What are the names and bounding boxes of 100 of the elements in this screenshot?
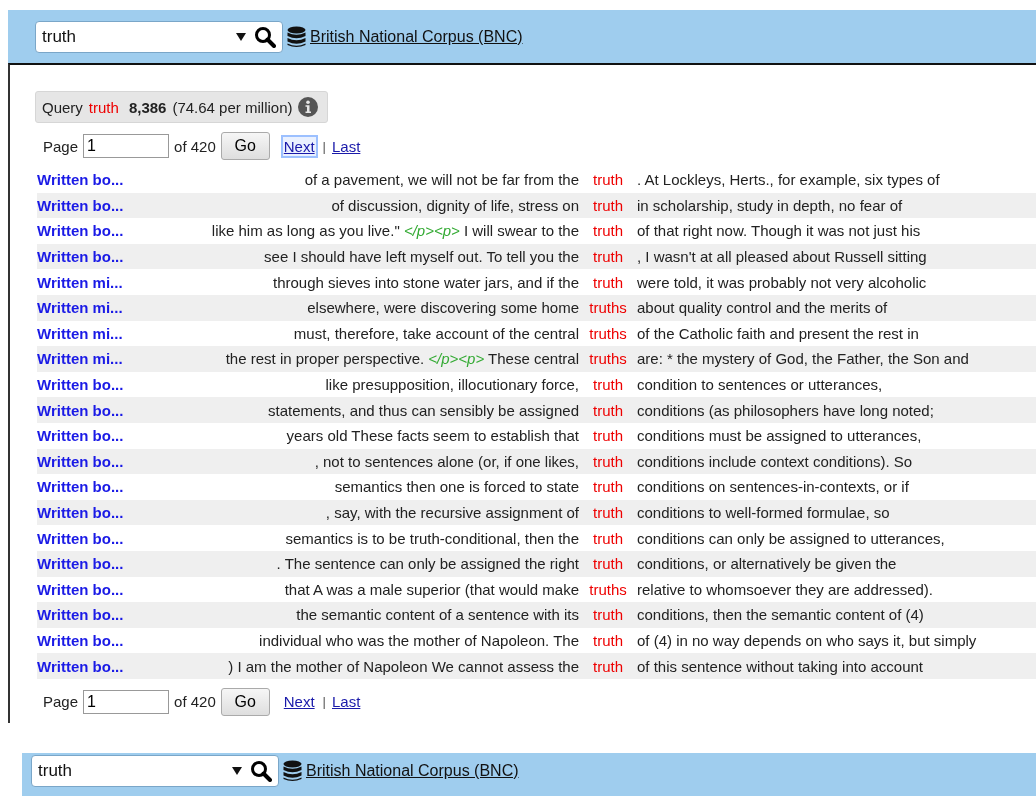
source-link[interactable]: Written bo... bbox=[37, 171, 149, 189]
source-link[interactable]: Written bo... bbox=[37, 401, 149, 419]
keyword[interactable]: truth bbox=[579, 171, 637, 189]
keyword[interactable]: truths bbox=[579, 580, 637, 598]
left-context: , not to sentences alone (or, if one likes, bbox=[313, 452, 579, 470]
source-link[interactable]: Written mi... bbox=[37, 324, 149, 342]
right-context: about quality control and the merits of bbox=[637, 299, 888, 317]
keyword[interactable]: truth bbox=[579, 555, 637, 573]
right-context: conditions, then the semantic content of (4) bbox=[637, 606, 924, 624]
right-context: in scholarship, study in depth, no fear of bbox=[637, 196, 903, 214]
page-label: Page bbox=[43, 693, 79, 711]
source-link[interactable]: Written bo... bbox=[37, 606, 149, 624]
keyword[interactable]: truth bbox=[579, 452, 637, 470]
source-link[interactable]: Written bo... bbox=[37, 452, 149, 470]
page-count: of 420 bbox=[174, 137, 216, 155]
right-context: of this sentence without taking into account bbox=[637, 657, 923, 675]
query-term: truth bbox=[88, 98, 119, 116]
keyword[interactable]: truth bbox=[579, 657, 637, 675]
right-context: conditions (as philosophers have long noted; bbox=[637, 401, 934, 419]
dropdown-icon bbox=[236, 32, 246, 41]
right-context: of that right now. Though it was not just his bbox=[637, 222, 921, 240]
result-count: 8,386 bbox=[128, 98, 167, 116]
next-link[interactable]: Next bbox=[282, 692, 316, 712]
keyword[interactable]: truth bbox=[579, 222, 637, 240]
right-context: conditions can only be assigned to utterances, bbox=[637, 529, 945, 547]
left-context: like presupposition, illocutionary force, bbox=[324, 376, 579, 394]
right-context: . At Lockleys, Herts., for example, six types of bbox=[637, 171, 940, 189]
right-context: condition to sentences or utterances, bbox=[637, 376, 883, 394]
left-context: semantics then one is forced to state bbox=[333, 478, 579, 496]
go-button[interactable]: Go bbox=[220, 132, 270, 160]
left-context: statements, and thus can sensibly be assigned bbox=[266, 401, 579, 419]
left-context: like him as long as you live." </p><p> I will swear to the bbox=[210, 222, 579, 240]
keyword[interactable]: truths bbox=[579, 350, 637, 368]
page-label: Page bbox=[43, 137, 79, 155]
keyword[interactable]: truth bbox=[579, 632, 637, 649]
source-link[interactable]: Written mi... bbox=[37, 299, 149, 317]
right-context: of the Catholic faith and present the rest in bbox=[637, 324, 919, 342]
left-context: of discussion, dignity of life, stress on bbox=[330, 196, 579, 214]
page-input[interactable]: 1 bbox=[83, 134, 170, 158]
source-link[interactable]: Written bo... bbox=[37, 580, 149, 598]
search-icon[interactable] bbox=[254, 25, 276, 48]
keyword[interactable]: truths bbox=[579, 324, 637, 342]
source-link[interactable]: Written mi... bbox=[37, 350, 149, 368]
database-icon bbox=[283, 760, 302, 782]
keyword[interactable]: truth bbox=[579, 401, 637, 419]
keyword[interactable]: truth bbox=[579, 248, 637, 266]
right-context: conditions on sentences-in-contexts, or if bbox=[637, 478, 909, 496]
left-context: individual who was the mother of Napoleon. The bbox=[258, 632, 579, 649]
right-context: relative to whomsoever they are addressed). bbox=[637, 580, 933, 598]
corpus-link[interactable]: British National Corpus (BNC) bbox=[306, 762, 519, 780]
left-context: of a pavement, we will not be far from the bbox=[303, 171, 579, 189]
source-link[interactable]: Written bo... bbox=[37, 504, 149, 521]
left-context: the rest in proper perspective. </p><p> These central bbox=[224, 350, 579, 368]
next-link[interactable]: Next bbox=[282, 136, 316, 156]
source-link[interactable]: Written bo... bbox=[37, 376, 149, 394]
dropdown-icon bbox=[232, 767, 242, 775]
source-link[interactable]: Written bo... bbox=[37, 478, 149, 496]
source-link[interactable]: Written bo... bbox=[37, 222, 149, 240]
source-link[interactable]: Written bo... bbox=[37, 196, 149, 214]
left-context: ) I am the mother of Napoleon We cannot assess the bbox=[227, 657, 579, 675]
source-link[interactable]: Written bo... bbox=[37, 632, 149, 649]
keyword[interactable]: truth bbox=[579, 606, 637, 624]
source-link[interactable]: Written bo... bbox=[37, 657, 149, 675]
right-context: conditions, or alternatively be given the bbox=[637, 555, 897, 573]
last-link[interactable]: Last bbox=[331, 692, 362, 712]
source-link[interactable]: Written bo... bbox=[37, 248, 149, 266]
left-context: , say, with the recursive assignment of bbox=[324, 504, 579, 521]
separator: | bbox=[322, 694, 326, 710]
right-context: are: * the mystery of God, the Father, the Son and bbox=[637, 350, 969, 368]
left-context: the semantic content of a sentence with its bbox=[295, 606, 579, 624]
search-icon[interactable] bbox=[250, 760, 272, 782]
left-context: that A was a male superior (that would make bbox=[283, 580, 579, 598]
keyword[interactable]: truth bbox=[579, 427, 637, 445]
search-field[interactable]: truth bbox=[35, 20, 283, 53]
keyword[interactable]: truth bbox=[579, 504, 637, 521]
keyword[interactable]: truths bbox=[579, 299, 637, 317]
source-link[interactable]: Written bo... bbox=[37, 427, 149, 445]
right-context: conditions include context conditions). So bbox=[637, 452, 913, 470]
keyword[interactable]: truth bbox=[579, 478, 637, 496]
left-context: elsewhere, were discovering some home bbox=[306, 299, 579, 317]
separator: | bbox=[322, 138, 326, 154]
keyword[interactable]: truth bbox=[579, 376, 637, 394]
right-context: , I wasn't at all pleased about Russell sitting bbox=[637, 248, 927, 266]
go-button[interactable]: Go bbox=[220, 687, 270, 716]
source-link[interactable]: Written bo... bbox=[37, 555, 149, 573]
database-icon bbox=[287, 25, 306, 48]
query-label: Query bbox=[42, 98, 83, 116]
page-input[interactable]: 1 bbox=[83, 689, 170, 714]
keyword[interactable]: truth bbox=[579, 196, 637, 214]
last-link[interactable]: Last bbox=[331, 136, 362, 156]
left-context: . The sentence can only be assigned the right bbox=[275, 555, 579, 573]
search-field[interactable]: truth bbox=[31, 755, 279, 787]
right-context: conditions to well-formed formulae, so bbox=[637, 504, 890, 521]
page-count: of 420 bbox=[174, 693, 216, 711]
left-context: years old These facts seem to establish that bbox=[285, 427, 579, 445]
corpus-link[interactable]: British National Corpus (BNC) bbox=[310, 27, 523, 46]
source-link[interactable]: Written mi... bbox=[37, 273, 149, 291]
keyword[interactable]: truth bbox=[579, 273, 637, 291]
source-link[interactable]: Written bo... bbox=[37, 529, 149, 547]
keyword[interactable]: truth bbox=[579, 529, 637, 547]
